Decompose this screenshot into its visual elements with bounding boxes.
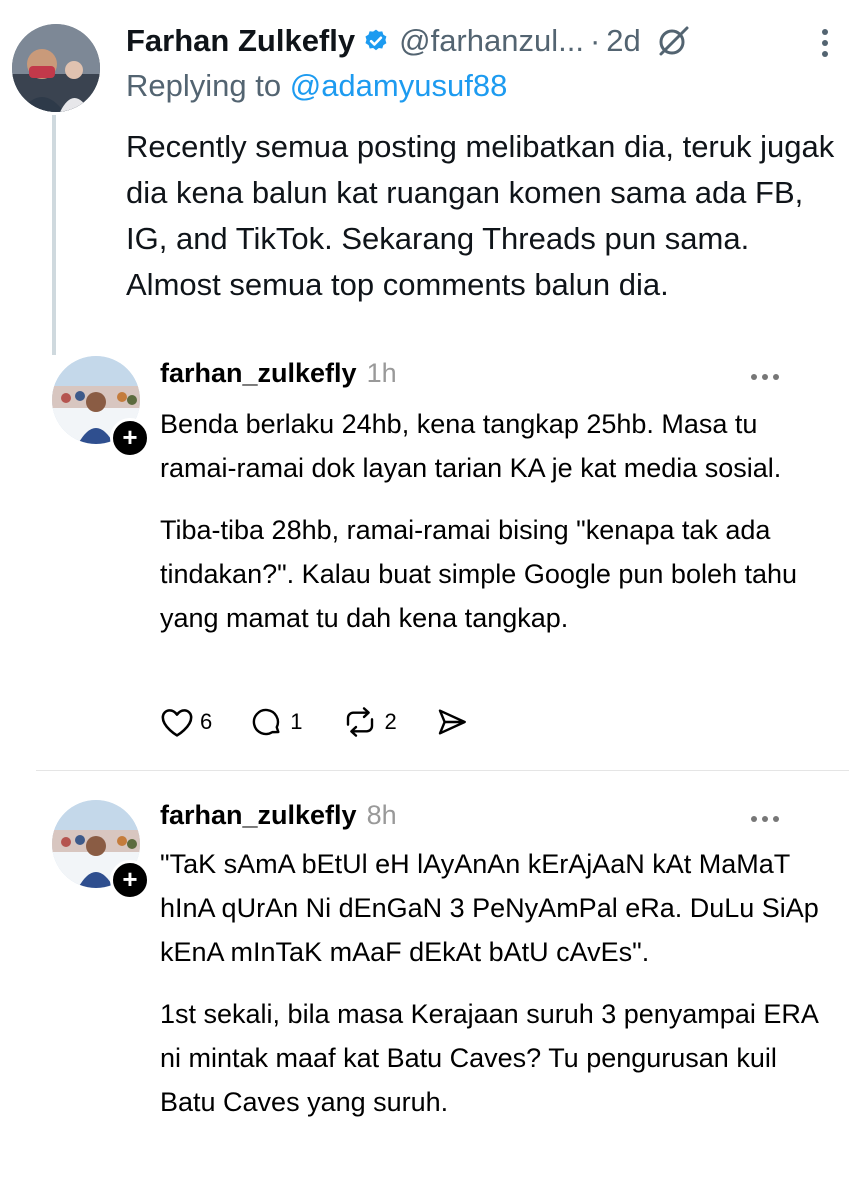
threads-post-header: farhan_zulkefly 1h: [160, 358, 397, 398]
threads-username[interactable]: farhan_zulkefly: [160, 358, 357, 389]
tweet-header: Farhan Zulkefly @farhanzul... · 2d: [126, 16, 691, 66]
replying-to-line: Replying to @adamyusuf88: [126, 68, 507, 104]
reply-button[interactable]: 1: [250, 706, 303, 738]
share-button[interactable]: [435, 706, 475, 738]
threads-post-text: Benda berlaku 24hb, kena tangkap 25hb. M…: [160, 402, 820, 658]
threads-action-bar: 6 1 2: [160, 702, 513, 742]
threads-paragraph: Benda berlaku 24hb, kena tangkap 25hb. M…: [160, 409, 782, 483]
replying-to-link[interactable]: @adamyusuf88: [290, 68, 508, 103]
thread-connector-line: [52, 115, 56, 355]
repost-icon: [346, 707, 373, 737]
tweet-body: Recently semua posting melibatkan dia, t…: [126, 129, 835, 302]
verified-badge-icon: [365, 29, 387, 51]
repost-button[interactable]: 2: [341, 706, 397, 738]
like-count: 6: [200, 709, 213, 734]
repost-count: 2: [384, 709, 397, 734]
threads-paragraph: 1st sekali, bila masa Kerajaan suruh 3 p…: [160, 999, 818, 1117]
threads-username[interactable]: farhan_zulkefly: [160, 800, 357, 831]
threads-paragraph: "TaK sAmA bEtUl eH lAyAnAn kErAjAaN kAt …: [160, 849, 819, 967]
follow-plus-icon[interactable]: +: [110, 860, 150, 900]
comment-icon: [252, 708, 280, 736]
separator-dot: ·: [589, 23, 601, 58]
grok-icon[interactable]: [655, 23, 691, 59]
more-vertical-icon[interactable]: [821, 28, 829, 58]
more-horizontal-icon[interactable]: [750, 815, 780, 823]
replying-to-prefix: Replying to: [126, 68, 290, 103]
like-button[interactable]: 6: [160, 706, 212, 738]
threads-paragraph: Tiba-tiba 28hb, ramai-ramai bising "kena…: [160, 515, 798, 633]
send-icon: [438, 709, 466, 735]
tweet-timestamp[interactable]: 2d: [606, 23, 640, 59]
tweet-text: Recently semua posting melibatkan dia, t…: [126, 124, 836, 308]
reply-count: 1: [290, 709, 303, 734]
post-divider: [36, 770, 849, 771]
threads-post-header: farhan_zulkefly 8h: [160, 800, 397, 840]
threads-post-text: "TaK sAmA bEtUl eH lAyAnAn kErAjAaN kAt …: [160, 842, 820, 1142]
heart-icon: [161, 709, 193, 737]
tweet-display-name[interactable]: Farhan Zulkefly: [126, 23, 355, 59]
more-horizontal-icon[interactable]: [750, 373, 780, 381]
tweet-author-avatar[interactable]: [12, 24, 100, 112]
threads-timestamp: 8h: [366, 800, 397, 830]
threads-timestamp: 1h: [366, 358, 397, 388]
follow-plus-icon[interactable]: +: [110, 418, 150, 458]
tweet-handle[interactable]: @farhanzul...: [399, 23, 584, 59]
